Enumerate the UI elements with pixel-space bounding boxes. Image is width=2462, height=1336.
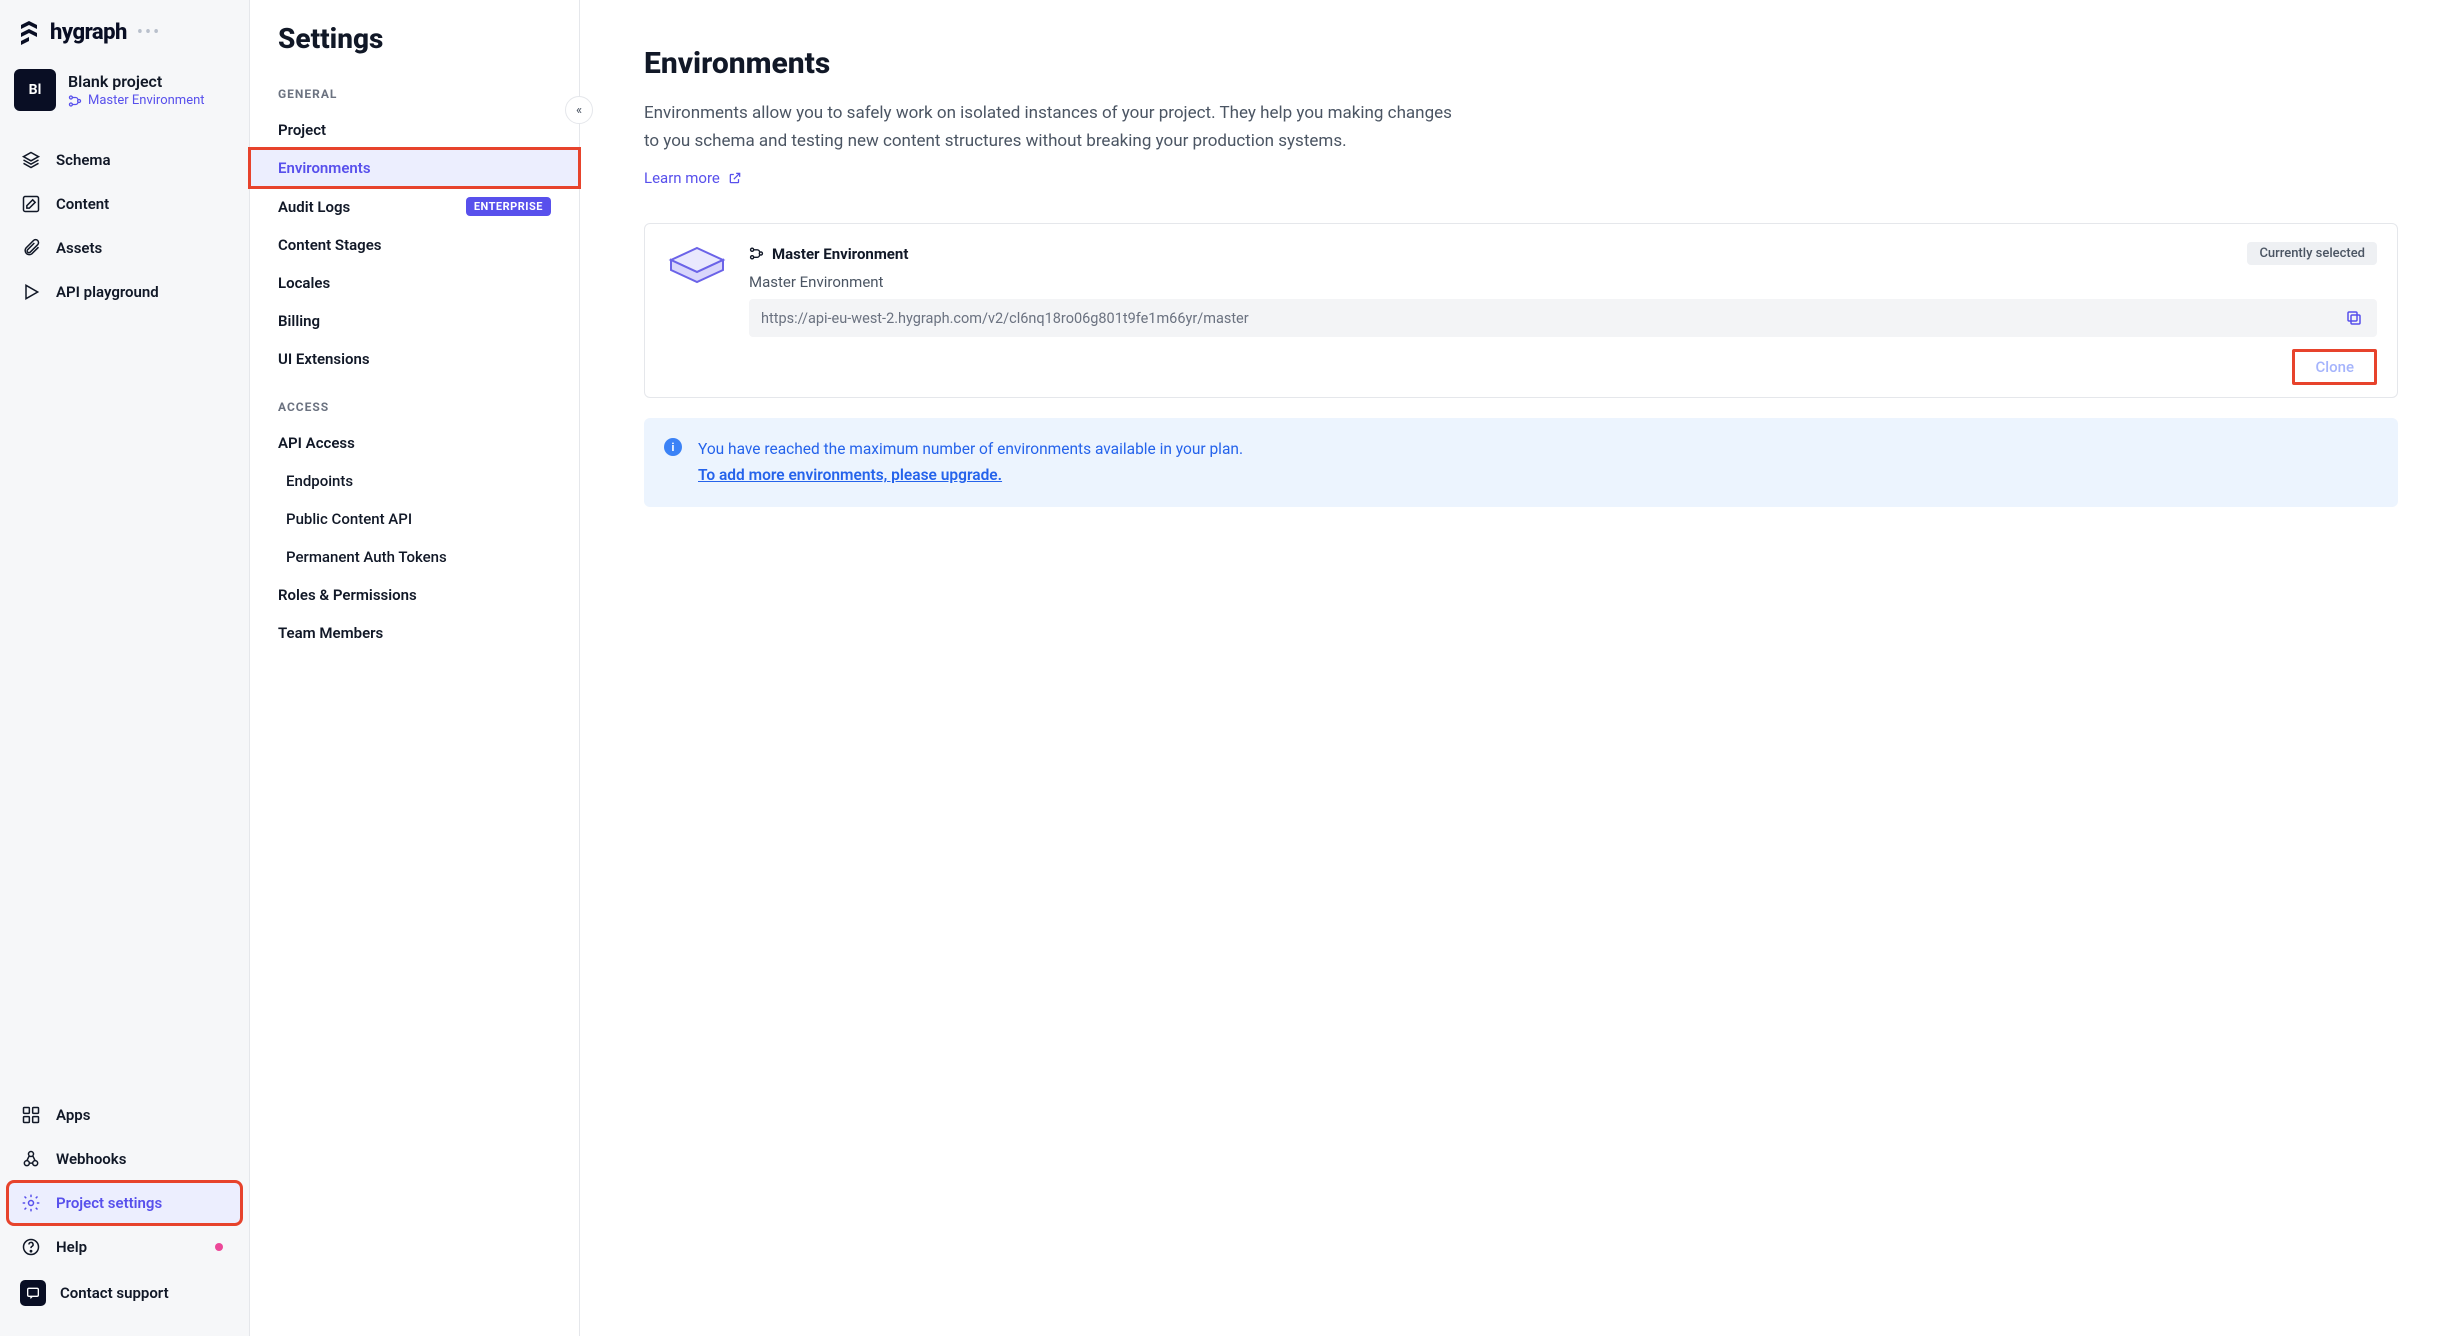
settings-item-public-content-api[interactable]: Public Content API: [250, 500, 579, 538]
nav-apps[interactable]: Apps: [8, 1094, 241, 1136]
nav-label: Contact support: [60, 1284, 169, 1302]
plan-limit-notice: i You have reached the maximum number of…: [644, 418, 2398, 507]
nav-top-group: Schema Content Assets API playground: [0, 127, 249, 325]
environment-label: Master Environment: [749, 273, 2377, 291]
environment-layers-icon: [665, 242, 729, 292]
nav-label: Webhooks: [56, 1150, 126, 1168]
branch-icon: [68, 94, 82, 108]
nav-label: Project settings: [56, 1194, 162, 1212]
play-icon: [20, 281, 42, 303]
upgrade-link[interactable]: To add more environments, please upgrade…: [698, 466, 1002, 484]
settings-title: Settings: [250, 22, 579, 81]
layers-icon: [20, 149, 42, 171]
settings-group-general: GENERAL: [250, 81, 579, 111]
main-content: Environments Environments allow you to s…: [580, 0, 2462, 1336]
help-icon: [20, 1236, 42, 1258]
environment-url-row: https://api-eu-west-2.hygraph.com/v2/cl6…: [749, 299, 2377, 337]
more-menu-icon[interactable]: •••: [137, 24, 161, 42]
settings-item-environments[interactable]: Environments: [250, 149, 579, 187]
collapse-panel-button[interactable]: «: [565, 96, 593, 124]
page-title: Environments: [644, 46, 2398, 81]
info-icon: i: [664, 438, 682, 456]
nav-api-playground[interactable]: API playground: [8, 271, 241, 313]
settings-item-billing[interactable]: Billing: [250, 302, 579, 340]
settings-item-content-stages[interactable]: Content Stages: [250, 226, 579, 264]
nav-label: Apps: [56, 1106, 90, 1124]
settings-item-audit-logs[interactable]: Audit Logs ENTERPRISE: [250, 187, 579, 226]
settings-item-locales[interactable]: Locales: [250, 264, 579, 302]
nav-label: Assets: [56, 239, 102, 257]
project-name: Blank project: [68, 72, 205, 91]
environment-name: Master Environment: [749, 245, 908, 263]
nav-webhooks[interactable]: Webhooks: [8, 1138, 241, 1180]
settings-item-endpoints[interactable]: Endpoints: [250, 462, 579, 500]
environment-status-badge: Currently selected: [2247, 242, 2377, 265]
nav-label: API playground: [56, 283, 159, 301]
edit-icon: [20, 193, 42, 215]
nav-label: Content: [56, 195, 109, 213]
branch-icon: [749, 246, 764, 261]
nav-content[interactable]: Content: [8, 183, 241, 225]
chat-icon: [20, 1280, 46, 1306]
nav-project-settings[interactable]: Project settings: [8, 1182, 241, 1224]
project-switcher[interactable]: Bl Blank project Master Environment: [0, 63, 249, 127]
brand-row: hygraph •••: [0, 14, 249, 63]
settings-item-team-members[interactable]: Team Members: [250, 614, 579, 652]
settings-item-api-access[interactable]: API Access: [250, 424, 579, 462]
enterprise-badge: ENTERPRISE: [466, 197, 551, 216]
settings-group-access: ACCESS: [250, 378, 579, 424]
primary-sidebar: hygraph ••• Bl Blank project Master Envi…: [0, 0, 250, 1336]
gear-icon: [20, 1192, 42, 1214]
paperclip-icon: [20, 237, 42, 259]
nav-label: Schema: [56, 151, 111, 169]
webhook-icon: [20, 1148, 42, 1170]
learn-more-link[interactable]: Learn more: [644, 169, 742, 187]
settings-item-ui-extensions[interactable]: UI Extensions: [250, 340, 579, 378]
clone-button[interactable]: Clone: [2292, 349, 2377, 385]
environment-card: Master Environment Currently selected Ma…: [644, 223, 2398, 398]
environment-url: https://api-eu-west-2.hygraph.com/v2/cl6…: [761, 310, 2331, 327]
nav-label: Help: [56, 1238, 87, 1256]
notification-dot: [215, 1243, 223, 1251]
nav-help[interactable]: Help: [8, 1226, 241, 1268]
nav-contact-support[interactable]: Contact support: [8, 1270, 241, 1316]
project-environment: Master Environment: [68, 93, 205, 108]
page-description: Environments allow you to safely work on…: [644, 99, 1464, 155]
nav-assets[interactable]: Assets: [8, 227, 241, 269]
hygraph-logo-icon: [18, 21, 40, 45]
settings-item-permanent-auth-tokens[interactable]: Permanent Auth Tokens: [250, 538, 579, 576]
external-link-icon: [728, 171, 742, 185]
nav-bottom-group: Apps Webhooks Project settings Help C: [0, 1082, 249, 1328]
settings-panel: Settings GENERAL Project Environments Au…: [250, 0, 580, 1336]
copy-url-button[interactable]: [2341, 305, 2367, 331]
grid-icon: [20, 1104, 42, 1126]
settings-item-project[interactable]: Project: [250, 111, 579, 149]
nav-schema[interactable]: Schema: [8, 139, 241, 181]
project-avatar: Bl: [14, 69, 56, 111]
copy-icon: [2345, 309, 2363, 327]
brand-name: hygraph: [50, 20, 127, 45]
chevron-double-left-icon: «: [576, 103, 582, 118]
settings-item-roles-permissions[interactable]: Roles & Permissions: [250, 576, 579, 614]
notice-text: You have reached the maximum number of e…: [698, 440, 1243, 458]
